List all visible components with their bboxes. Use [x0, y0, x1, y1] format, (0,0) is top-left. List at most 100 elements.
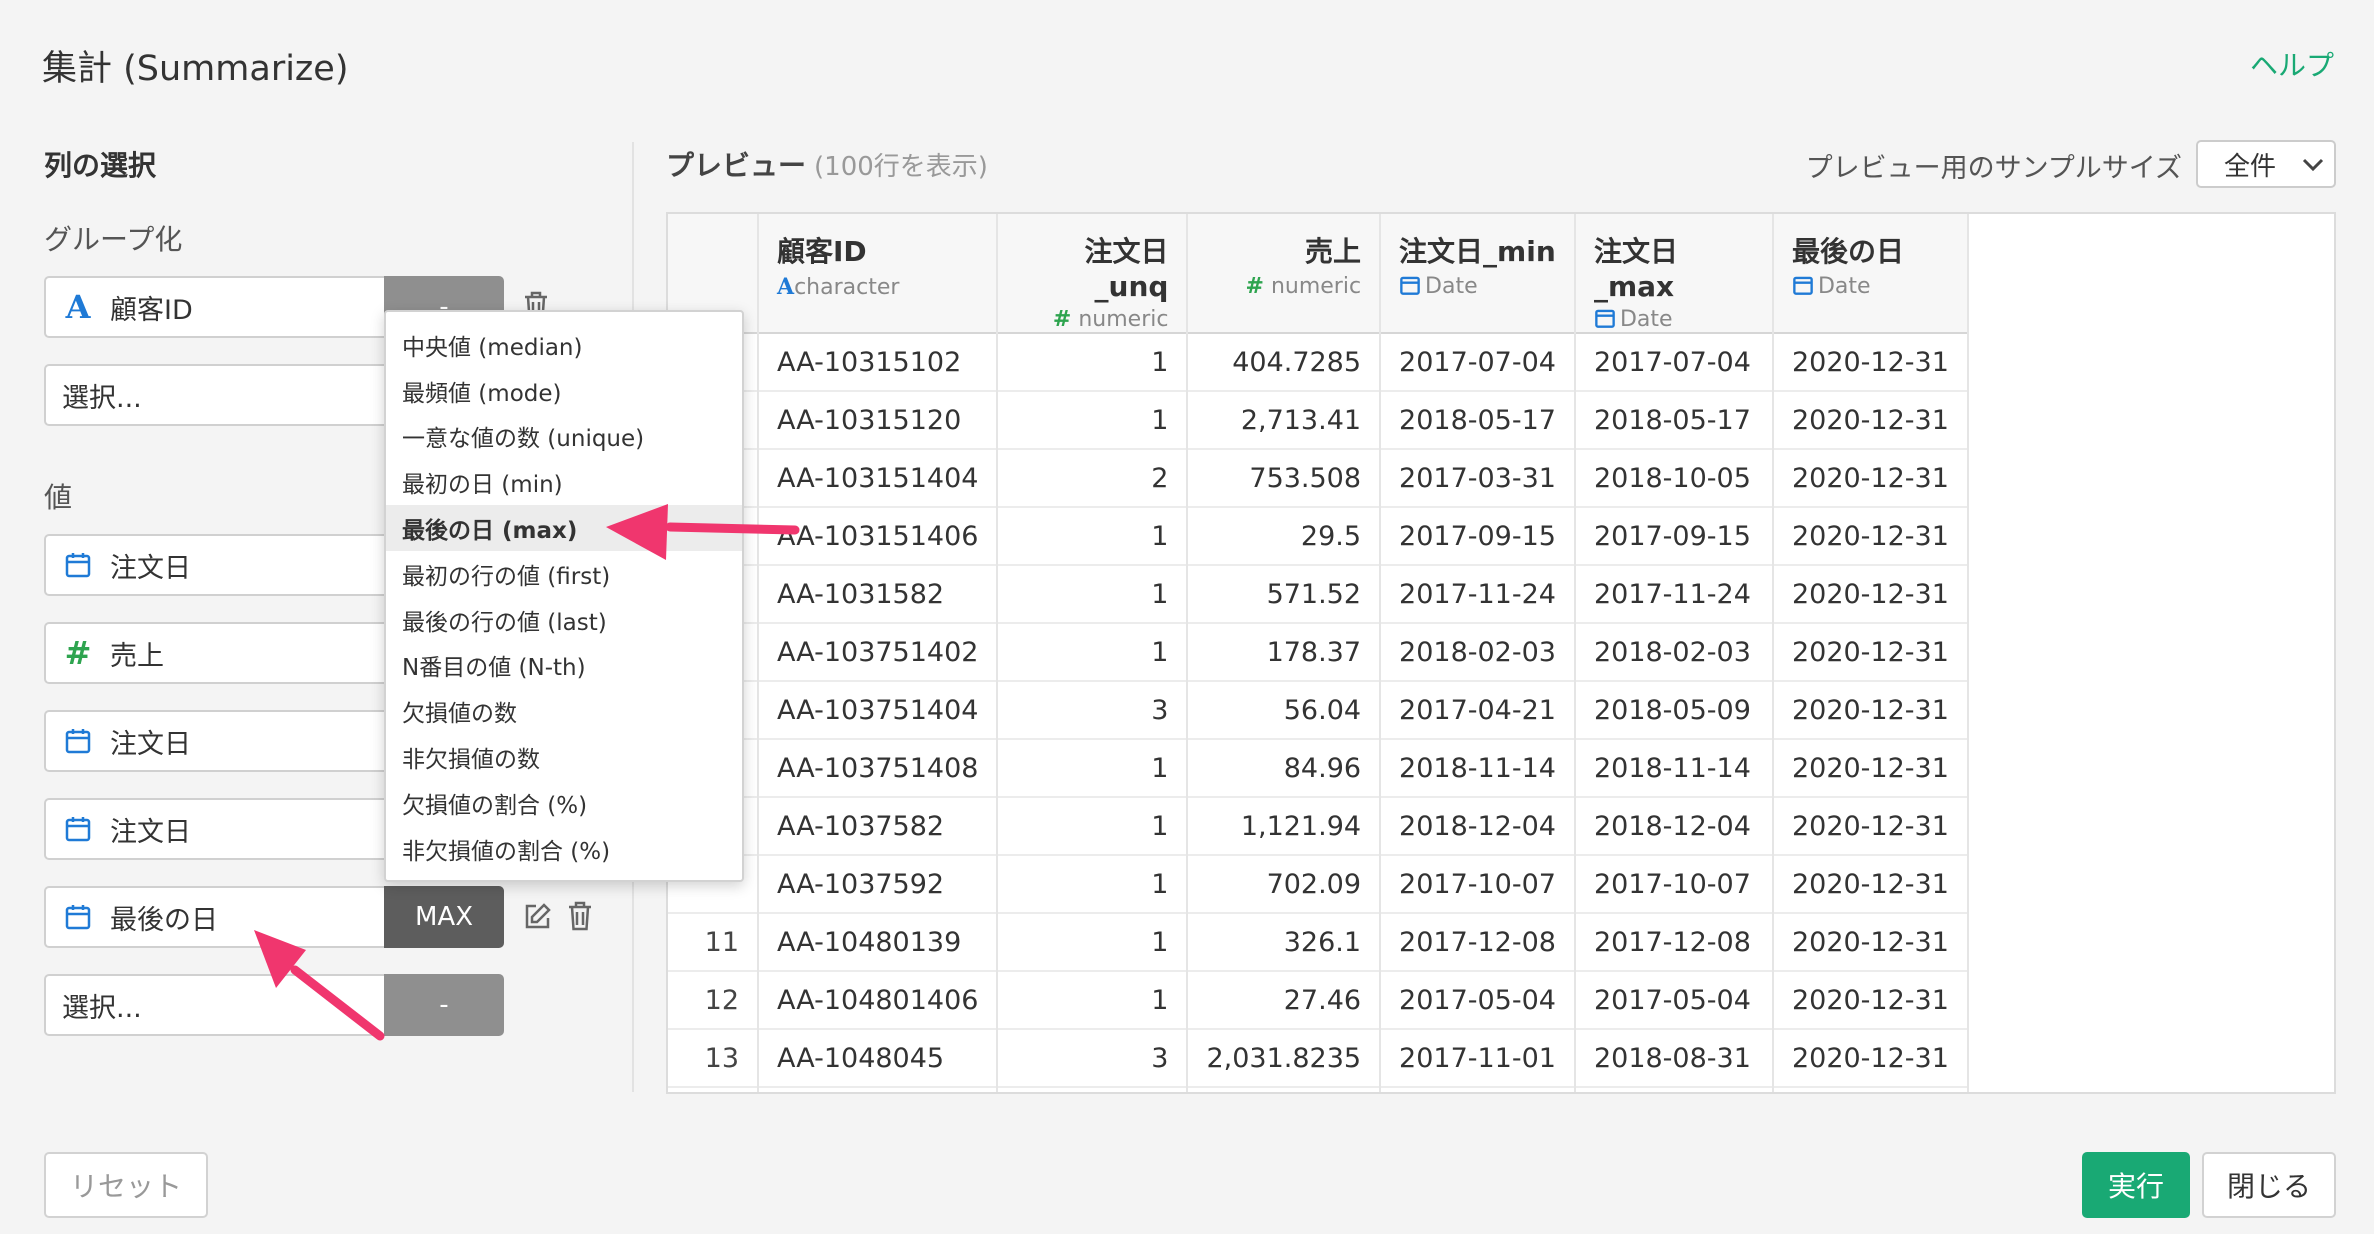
hash-icon: #	[1245, 274, 1264, 299]
value-column-select[interactable]: 最後の日	[44, 886, 384, 948]
dropdown-item[interactable]: 欠損値の数	[386, 688, 742, 734]
dialog-title: 集計 (Summarize)	[42, 49, 349, 89]
select-placeholder: 選択...	[62, 992, 142, 1024]
table-cell: 2018-11-14	[1574, 739, 1774, 797]
column-header[interactable]: 売上 # numeric	[1187, 214, 1382, 333]
table-row: AA-103151404 2 753.508 2017-03-31 2018-10-05…	[668, 449, 1969, 507]
value-column-select[interactable]: 注文日	[44, 710, 384, 772]
row-index: 11	[668, 913, 759, 971]
value-column-select[interactable]: # 売上	[44, 622, 384, 684]
value-column-select[interactable]: 注文日	[44, 534, 384, 596]
table-cell: 3	[997, 681, 1189, 739]
table-cell: 404.7285	[1187, 333, 1382, 391]
table-cell: 2017-04-21	[1380, 681, 1576, 739]
sample-size-select[interactable]: 全件	[2196, 140, 2336, 188]
table-cell: 2018-11-14	[1380, 739, 1576, 797]
preview-table[interactable]: 顧客ID Acharacter 注文日_unq # numeric 売上 # n…	[666, 212, 2336, 1094]
value-column-name: 注文日	[110, 728, 191, 760]
dropdown-item[interactable]: 最後の行の値 (last)	[386, 597, 742, 643]
table-row: AA-10315120 1 2,713.41 2018-05-17 2018-05-17…	[668, 391, 1969, 449]
dropdown-item[interactable]: 欠損値の割合 (%)	[386, 780, 742, 826]
table-cell: AA-103751404	[758, 681, 999, 739]
dropdown-item[interactable]: 非欠損値の割合 (%)	[386, 826, 742, 872]
table-cell: 1,501.11	[1187, 1087, 1382, 1092]
value-column-name: 注文日	[110, 816, 191, 848]
table-cell: 2020-12-31	[1772, 623, 1969, 681]
table-cell: 326.1	[1187, 913, 1382, 971]
close-button[interactable]: 閉じる	[2202, 1152, 2336, 1218]
table-cell: AA-104801406	[758, 971, 999, 1029]
table-cell: 2017-09-15	[1574, 507, 1774, 565]
table-cell: 2018-08-31	[1574, 1029, 1774, 1087]
table-cell: 2017-09-15	[1380, 507, 1576, 565]
table-row: AA-1037592 1 702.09 2017-10-07 2017-10-07 202…	[668, 855, 1969, 913]
table-cell: 1	[997, 739, 1189, 797]
group-column-select[interactable]: A 顧客ID	[44, 276, 384, 338]
column-type: Date	[1817, 274, 1871, 299]
table-cell: 1	[997, 913, 1189, 971]
dropdown-item[interactable]: 非欠損値の数	[386, 734, 742, 780]
table-cell: 2020-12-31	[1772, 449, 1969, 507]
row-index: 14	[668, 1087, 759, 1092]
value-row-empty: 選択... -	[44, 974, 504, 1036]
table-cell: AA-10315102	[758, 333, 999, 391]
table-cell: 2018-05-17	[1574, 391, 1774, 449]
value-column-select-empty[interactable]: 選択...	[44, 974, 384, 1036]
value-column-name: 最後の日	[110, 904, 218, 936]
value-row-last-day: 最後の日 MAX	[44, 886, 504, 948]
table-cell: 2018-12-04	[1574, 797, 1774, 855]
preview-title: プレビュー (100行を表示)	[666, 149, 988, 182]
dropdown-item[interactable]: 最初の日 (min)	[386, 459, 742, 505]
table-cell: 2017-05-04	[1574, 971, 1774, 1029]
dropdown-item[interactable]: 中央値 (median)	[386, 322, 742, 368]
table-cell: 1	[997, 855, 1189, 913]
table-cell: 753.508	[1187, 449, 1382, 507]
preview-subtitle: (100行を表示)	[814, 152, 988, 182]
column-header[interactable]: 注文日_max Date	[1574, 214, 1774, 333]
column-header[interactable]: 注文日_min Date	[1380, 214, 1576, 333]
table-row: AA-103751402 1 178.37 2018-02-03 2018-02-03 2…	[668, 623, 1969, 681]
table-cell: 3	[997, 1029, 1189, 1087]
table-row: 14AA-104805011,501.112017-06-042017-06-0…	[668, 1087, 1969, 1092]
table-cell: AA-1037592	[758, 855, 999, 913]
dropdown-item[interactable]: 最初の行の値 (first)	[386, 551, 742, 597]
table-cell: 2020-12-31	[1772, 1029, 1969, 1087]
dropdown-item[interactable]: 最頻値 (mode)	[386, 368, 742, 414]
column-header[interactable]: 注文日_unq # numeric	[997, 214, 1189, 333]
table-cell: 2,713.41	[1187, 391, 1382, 449]
value-agg-button-empty[interactable]: -	[384, 974, 504, 1036]
column-header[interactable]: 最後の日 Date	[1772, 214, 1969, 333]
table-cell: 2018-02-03	[1574, 623, 1774, 681]
table-cell: 1	[997, 333, 1189, 391]
run-button[interactable]: 実行	[2082, 1152, 2190, 1218]
help-link[interactable]: ヘルプ	[2250, 44, 2334, 84]
table-cell: 2017-10-07	[1574, 855, 1774, 913]
table-cell: 2017-05-04	[1380, 971, 1576, 1029]
table-cell: 2018-12-04	[1380, 797, 1576, 855]
dropdown-item[interactable]: 一意な値の数 (unique)	[386, 414, 742, 460]
table-cell: 56.04	[1187, 681, 1382, 739]
table-cell: 2017-06-04	[1380, 1087, 1576, 1092]
value-agg-button[interactable]: MAX	[384, 886, 504, 948]
dropdown-item[interactable]: 最後の日 (max)	[386, 505, 742, 551]
group-column-select-empty[interactable]: 選択...	[44, 364, 384, 426]
trash-icon[interactable]	[566, 900, 594, 932]
table-row: AA-1037582 1 1,121.94 2018-12-04 2018-12-04 2…	[668, 797, 1969, 855]
table-cell: 702.09	[1187, 855, 1382, 913]
dropdown-item[interactable]: N番目の値 (N-th)	[386, 643, 742, 689]
table-cell: AA-103751408	[758, 739, 999, 797]
table-cell: 29.5	[1187, 507, 1382, 565]
table-cell: 1	[997, 391, 1189, 449]
table-cell: 84.96	[1187, 739, 1382, 797]
calendar-icon	[46, 727, 110, 755]
table-cell: 2018-05-09	[1574, 681, 1774, 739]
table-cell: 2017-12-08	[1380, 913, 1576, 971]
column-header[interactable]: 顧客ID Acharacter	[758, 214, 999, 333]
table-cell: 2	[997, 449, 1189, 507]
table-cell: 2020-12-31	[1772, 739, 1969, 797]
table-row: AA-103751404 3 56.04 2017-04-21 2018-05-09 20…	[668, 681, 1969, 739]
reset-button[interactable]: リセット	[44, 1152, 208, 1218]
value-column-select[interactable]: 注文日	[44, 798, 384, 860]
edit-icon[interactable]	[522, 900, 554, 932]
group-column-name: 顧客ID	[110, 294, 193, 326]
